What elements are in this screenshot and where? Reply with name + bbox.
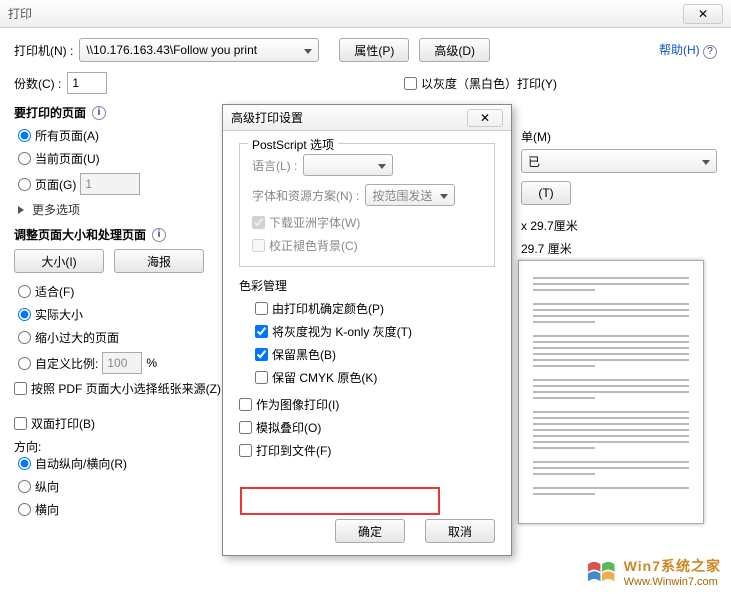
close-icon: ✕ xyxy=(698,7,708,21)
printer-value: \\10.176.163.43\Follow you print xyxy=(86,43,257,57)
highlight-annotation xyxy=(240,487,440,515)
cancel-button[interactable]: 取消 xyxy=(425,519,495,543)
help-link[interactable]: 帮助(H) ? xyxy=(659,41,717,59)
copies-input[interactable] xyxy=(67,72,107,94)
copies-label: 份数(C) : xyxy=(14,75,61,92)
size-button[interactable]: 大小(I) xyxy=(14,249,104,273)
chevron-down-icon xyxy=(304,43,312,57)
print-as-image-checkbox[interactable]: 作为图像打印(I) xyxy=(239,396,495,413)
paper-size-2: 29.7 厘米 xyxy=(521,240,721,257)
postscript-legend: PostScript 选项 xyxy=(248,136,338,153)
color-management-header: 色彩管理 xyxy=(239,277,495,294)
download-asian-checkbox: 下载亚洲字体(W) xyxy=(252,214,482,231)
custom-scale-radio[interactable] xyxy=(18,357,31,370)
paper-size-1: x 29.7厘米 xyxy=(521,217,721,234)
info-icon[interactable]: i xyxy=(152,228,166,242)
sub-dialog-close-button[interactable]: ✕ xyxy=(467,109,503,127)
watermark-cn: Win7系统之家 xyxy=(624,556,721,576)
grayscale-checkbox-input[interactable] xyxy=(404,77,417,90)
reset-button[interactable]: (T) xyxy=(521,181,571,205)
window-title-bar: 打印 ✕ xyxy=(0,0,731,28)
landscape-radio[interactable] xyxy=(18,503,31,516)
shrink-oversize-radio[interactable] xyxy=(18,331,31,344)
right-fragment: 单(M) 已 (T) x 29.7厘米 29.7 厘米 xyxy=(521,128,721,257)
triangle-right-icon xyxy=(18,206,24,214)
properties-button[interactable]: 属性(P) xyxy=(339,38,409,62)
grayscale-checkbox[interactable]: 以灰度（黑白色）打印(Y) xyxy=(404,75,557,92)
actual-size-radio[interactable] xyxy=(18,308,31,321)
printer-label: 打印机(N) : xyxy=(14,42,73,59)
page-range-radio[interactable] xyxy=(18,178,31,191)
font-scheme-combo: 按范围发送 xyxy=(365,184,455,206)
page-preview xyxy=(518,260,704,524)
poster-button[interactable]: 海报 xyxy=(114,249,204,273)
help-icon: ? xyxy=(703,45,717,59)
advanced-button[interactable]: 高级(D) xyxy=(419,38,490,62)
keep-black-checkbox[interactable]: 保留黑色(B) xyxy=(255,346,495,363)
all-pages-radio[interactable] xyxy=(18,129,31,142)
info-icon[interactable]: i xyxy=(92,106,106,120)
auto-orient-radio[interactable] xyxy=(18,457,31,470)
keep-cmyk-checkbox[interactable]: 保留 CMYK 原色(K) xyxy=(255,369,495,386)
close-icon: ✕ xyxy=(480,111,490,125)
postscript-fieldset: PostScript 选项 语言(L) : 字体和资源方案(N) : 按范围发送… xyxy=(239,143,495,267)
simulate-overprint-checkbox[interactable]: 模拟叠印(O) xyxy=(239,419,495,436)
watermark-en: Www.Winwin7.com xyxy=(624,576,721,588)
current-page-radio[interactable] xyxy=(18,152,31,165)
portrait-radio[interactable] xyxy=(18,480,31,493)
language-combo xyxy=(303,154,393,176)
chevron-down-icon xyxy=(702,154,710,168)
ok-button[interactable]: 确定 xyxy=(335,519,405,543)
fit-radio[interactable] xyxy=(18,285,31,298)
sheet-combo[interactable]: 已 xyxy=(521,149,717,173)
window-close-button[interactable]: ✕ xyxy=(683,4,723,24)
correct-bg-checkbox: 校正褪色背景(C) xyxy=(252,237,482,254)
print-to-file-checkbox[interactable]: 打印到文件(F) xyxy=(239,442,495,459)
printer-combo[interactable]: \\10.176.163.43\Follow you print xyxy=(79,38,319,62)
page-range-input xyxy=(80,173,140,195)
windows-logo-icon xyxy=(586,558,618,586)
sub-dialog-title: 高级打印设置 xyxy=(231,109,303,126)
by-printer-checkbox[interactable]: 由打印机确定颜色(P) xyxy=(255,300,495,317)
sub-dialog-title-bar: 高级打印设置 ✕ xyxy=(223,105,511,131)
custom-scale-input xyxy=(102,352,142,374)
gray-konly-checkbox[interactable]: 将灰度视为 K-only 灰度(T) xyxy=(255,323,495,340)
site-watermark: Win7系统之家 Www.Winwin7.com xyxy=(586,556,721,588)
window-title: 打印 xyxy=(8,5,32,22)
